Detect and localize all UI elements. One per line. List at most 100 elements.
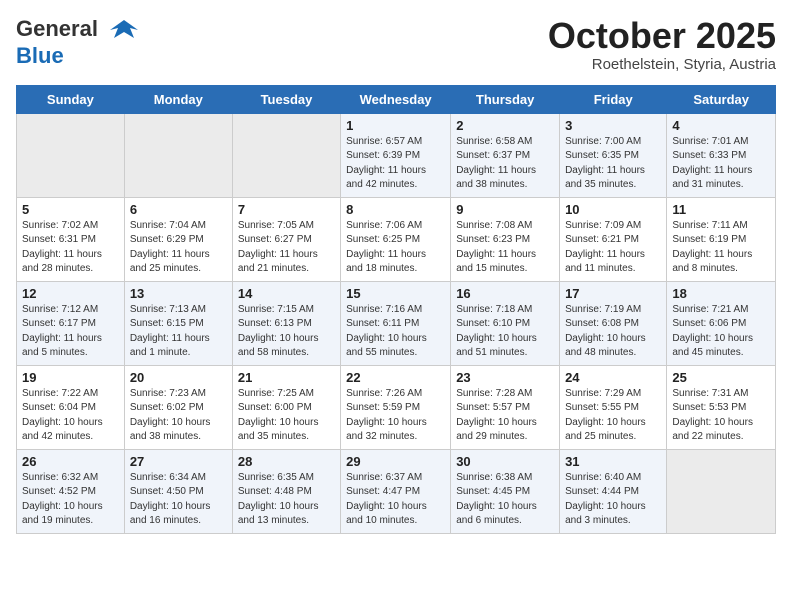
logo-general: General (16, 16, 98, 41)
calendar-day-cell: 23Sunrise: 7:28 AM Sunset: 5:57 PM Dayli… (451, 365, 560, 449)
calendar-day-cell: 11 Sunrise: 7:11 AM Sunset: 6:19 PM Dayli… (667, 197, 776, 281)
calendar-day-cell: 15Sunrise: 7:16 AM Sunset: 6:11 PM Dayli… (341, 281, 451, 365)
day-info: Sunrise: 7:31 AM Sunset: 5:53 PM Dayligh… (672, 387, 770, 445)
day-number: 1 (346, 118, 445, 133)
calendar-week-row: 19 Sunrise: 7:22 AM Sunset: 6:04 PM Dayli… (17, 365, 776, 449)
day-info: Sunrise: 7:06 AM Sunset: 6:25 PM Dayligh… (346, 219, 445, 277)
day-info: Sunrise: 6:34 AM Sunset: 4:50 PM Dayligh… (130, 471, 227, 529)
weekday-header: Tuesday (232, 85, 340, 113)
calendar-day-cell: 4 Sunrise: 7:01 AM Sunset: 6:33 PM Daylig… (667, 113, 776, 197)
day-number: 4 (672, 118, 770, 133)
day-info: Sunrise: 7:12 AM Sunset: 6:17 PM Dayligh… (22, 303, 119, 361)
day-number: 31 (565, 454, 661, 469)
day-info: Sunrise: 6:40 AM Sunset: 4:44 PM Dayligh… (565, 471, 661, 529)
calendar-day-cell: 17 Sunrise: 7:19 AM Sunset: 6:08 PM Dayli… (560, 281, 667, 365)
calendar-day-cell (17, 113, 125, 197)
day-info: Sunrise: 7:26 AM Sunset: 5:59 PM Dayligh… (346, 387, 445, 445)
day-info: Sunrise: 7:11 AM Sunset: 6:19 PM Dayligh… (672, 219, 770, 277)
calendar-day-cell: 20 Sunrise: 7:23 AM Sunset: 6:02 PM Dayli… (124, 365, 232, 449)
weekday-header: Wednesday (341, 85, 451, 113)
day-number: 21 (238, 370, 335, 385)
calendar-day-cell: 29Sunrise: 6:37 AM Sunset: 4:47 PM Dayli… (341, 449, 451, 533)
calendar-day-cell: 28 Sunrise: 6:35 AM Sunset: 4:48 PM Dayli… (232, 449, 340, 533)
day-number: 8 (346, 202, 445, 217)
day-number: 6 (130, 202, 227, 217)
calendar-day-cell: 10 Sunrise: 7:09 AM Sunset: 6:21 PM Dayli… (560, 197, 667, 281)
calendar-day-cell (124, 113, 232, 197)
page-header: General Blue October 2025 Roethelstein, … (16, 16, 776, 73)
day-info: Sunrise: 7:13 AM Sunset: 6:15 PM Dayligh… (130, 303, 227, 361)
day-number: 18 (672, 286, 770, 301)
calendar-day-cell: 26Sunrise: 6:32 AM Sunset: 4:52 PM Dayli… (17, 449, 125, 533)
day-info: Sunrise: 7:23 AM Sunset: 6:02 PM Dayligh… (130, 387, 227, 445)
day-info: Sunrise: 7:09 AM Sunset: 6:21 PM Dayligh… (565, 219, 661, 277)
day-number: 24 (565, 370, 661, 385)
day-info: Sunrise: 7:22 AM Sunset: 6:04 PM Dayligh… (22, 387, 119, 445)
day-number: 27 (130, 454, 227, 469)
day-info: Sunrise: 7:19 AM Sunset: 6:08 PM Dayligh… (565, 303, 661, 361)
day-info: Sunrise: 7:15 AM Sunset: 6:13 PM Dayligh… (238, 303, 335, 361)
calendar-day-cell: 3 Sunrise: 7:00 AM Sunset: 6:35 PM Daylig… (560, 113, 667, 197)
day-number: 20 (130, 370, 227, 385)
logo-blue: Blue (16, 43, 64, 68)
day-info: Sunrise: 6:38 AM Sunset: 4:45 PM Dayligh… (456, 471, 554, 529)
day-number: 15 (346, 286, 445, 301)
logo-bird-icon (110, 16, 138, 44)
calendar-day-cell (232, 113, 340, 197)
calendar-day-cell: 8 Sunrise: 7:06 AM Sunset: 6:25 PM Daylig… (341, 197, 451, 281)
calendar-week-row: 26Sunrise: 6:32 AM Sunset: 4:52 PM Dayli… (17, 449, 776, 533)
day-number: 2 (456, 118, 554, 133)
calendar-day-cell: 5 Sunrise: 7:02 AM Sunset: 6:31 PM Daylig… (17, 197, 125, 281)
day-info: Sunrise: 7:08 AM Sunset: 6:23 PM Dayligh… (456, 219, 554, 277)
month-title: October 2025 (548, 16, 776, 56)
calendar-table: SundayMondayTuesdayWednesdayThursdayFrid… (16, 85, 776, 534)
calendar-day-cell: 25 Sunrise: 7:31 AM Sunset: 5:53 PM Dayli… (667, 365, 776, 449)
weekday-header: Thursday (451, 85, 560, 113)
day-info: Sunrise: 7:21 AM Sunset: 6:06 PM Dayligh… (672, 303, 770, 361)
day-info: Sunrise: 7:00 AM Sunset: 6:35 PM Dayligh… (565, 135, 661, 193)
day-number: 7 (238, 202, 335, 217)
weekday-header: Friday (560, 85, 667, 113)
calendar-day-cell: 7 Sunrise: 7:05 AM Sunset: 6:27 PM Daylig… (232, 197, 340, 281)
calendar-day-cell: 13 Sunrise: 7:13 AM Sunset: 6:15 PM Dayli… (124, 281, 232, 365)
day-info: Sunrise: 7:18 AM Sunset: 6:10 PM Dayligh… (456, 303, 554, 361)
location: Roethelstein, Styria, Austria (548, 56, 776, 73)
calendar-day-cell: 16 Sunrise: 7:18 AM Sunset: 6:10 PM Dayli… (451, 281, 560, 365)
calendar-week-row: 1 Sunrise: 6:57 AM Sunset: 6:39 PM Daylig… (17, 113, 776, 197)
calendar-day-cell (667, 449, 776, 533)
day-number: 29 (346, 454, 445, 469)
calendar-day-cell: 22 Sunrise: 7:26 AM Sunset: 5:59 PM Dayli… (341, 365, 451, 449)
calendar-day-cell: 9 Sunrise: 7:08 AM Sunset: 6:23 PM Daylig… (451, 197, 560, 281)
calendar-day-cell: 14 Sunrise: 7:15 AM Sunset: 6:13 PM Dayli… (232, 281, 340, 365)
day-number: 3 (565, 118, 661, 133)
logo: General Blue (16, 16, 138, 68)
day-number: 5 (22, 202, 119, 217)
day-number: 14 (238, 286, 335, 301)
day-number: 13 (130, 286, 227, 301)
day-number: 22 (346, 370, 445, 385)
day-number: 11 (672, 202, 770, 217)
day-info: Sunrise: 6:35 AM Sunset: 4:48 PM Dayligh… (238, 471, 335, 529)
day-info: Sunrise: 7:01 AM Sunset: 6:33 PM Dayligh… (672, 135, 770, 193)
day-number: 19 (22, 370, 119, 385)
day-number: 16 (456, 286, 554, 301)
day-info: Sunrise: 7:05 AM Sunset: 6:27 PM Dayligh… (238, 219, 335, 277)
weekday-header-row: SundayMondayTuesdayWednesdayThursdayFrid… (17, 85, 776, 113)
day-number: 23 (456, 370, 554, 385)
calendar-week-row: 12Sunrise: 7:12 AM Sunset: 6:17 PM Dayli… (17, 281, 776, 365)
day-number: 26 (22, 454, 119, 469)
day-info: Sunrise: 7:02 AM Sunset: 6:31 PM Dayligh… (22, 219, 119, 277)
calendar-day-cell: 30 Sunrise: 6:38 AM Sunset: 4:45 PM Dayli… (451, 449, 560, 533)
day-number: 17 (565, 286, 661, 301)
calendar-day-cell: 12Sunrise: 7:12 AM Sunset: 6:17 PM Dayli… (17, 281, 125, 365)
day-info: Sunrise: 7:04 AM Sunset: 6:29 PM Dayligh… (130, 219, 227, 277)
day-number: 30 (456, 454, 554, 469)
day-info: Sunrise: 6:57 AM Sunset: 6:39 PM Dayligh… (346, 135, 445, 193)
day-number: 9 (456, 202, 554, 217)
calendar-day-cell: 27 Sunrise: 6:34 AM Sunset: 4:50 PM Dayli… (124, 449, 232, 533)
day-info: Sunrise: 7:29 AM Sunset: 5:55 PM Dayligh… (565, 387, 661, 445)
day-number: 25 (672, 370, 770, 385)
day-number: 28 (238, 454, 335, 469)
day-number: 10 (565, 202, 661, 217)
calendar-day-cell: 21Sunrise: 7:25 AM Sunset: 6:00 PM Dayli… (232, 365, 340, 449)
